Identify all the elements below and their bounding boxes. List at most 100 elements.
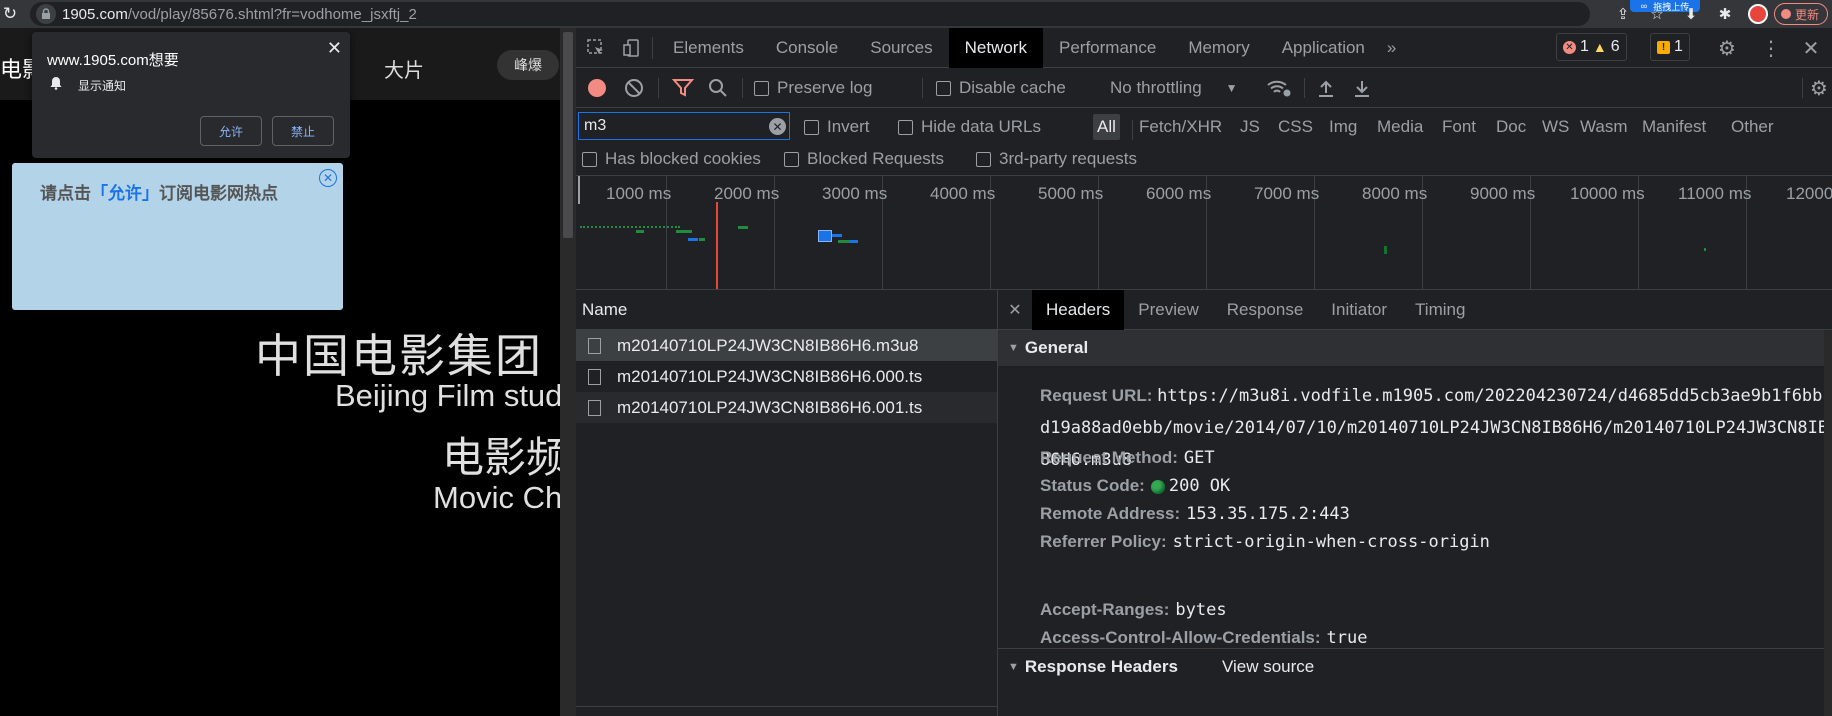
name-column-header[interactable]: Name — [576, 290, 997, 330]
type-filter-fetch-xhr[interactable]: Fetch/XHR — [1139, 114, 1222, 140]
tab-performance[interactable]: Performance — [1043, 28, 1172, 68]
invert-checkbox[interactable]: Invert — [804, 114, 870, 140]
address-bar[interactable]: 1905.com/vod/play/85676.shtml?fr=vodhome… — [30, 2, 1590, 26]
tab-elements[interactable]: Elements — [657, 28, 760, 68]
issue-counter[interactable]: ✕ 1 ▲ 6 — [1556, 33, 1627, 61]
filter-icon[interactable] — [672, 77, 694, 99]
third-party-requests-checkbox[interactable]: 3rd-party requests — [976, 146, 1137, 172]
export-har-icon[interactable] — [1352, 77, 1372, 99]
network-overview-timeline[interactable]: 1000 ms 2000 ms 3000 ms 4000 ms 5000 ms … — [576, 176, 1832, 290]
kebab-menu-icon[interactable]: ⋮ — [1756, 32, 1786, 64]
close-icon[interactable]: ✕ — [327, 38, 342, 59]
request-row[interactable]: m20140710LP24JW3CN8IB86H6.001.ts — [576, 392, 997, 423]
import-har-icon[interactable] — [1316, 77, 1336, 99]
close-detail-icon[interactable]: ✕ — [998, 290, 1032, 330]
checkbox-box[interactable] — [582, 151, 597, 167]
tab-memory[interactable]: Memory — [1172, 28, 1265, 68]
block-button[interactable]: 禁止 — [272, 116, 334, 146]
network-conditions-icon[interactable] — [1266, 77, 1292, 99]
nav-dapian-link[interactable]: 大片 — [384, 54, 424, 83]
blocked-requests-checkbox[interactable]: Blocked Requests — [784, 146, 944, 172]
update-button[interactable]: 更新 — [1773, 3, 1828, 25]
tab-initiator[interactable]: Initiator — [1317, 290, 1401, 330]
extensions-puzzle-icon[interactable]: ✱ — [1708, 0, 1742, 28]
download-icon[interactable]: ⬇ — [1674, 0, 1708, 28]
tab-application[interactable]: Application — [1266, 28, 1381, 68]
checkbox-box[interactable] — [804, 119, 819, 135]
type-filter-img[interactable]: Img — [1329, 114, 1357, 140]
tab-console[interactable]: Console — [760, 28, 854, 68]
inspect-element-icon[interactable] — [576, 28, 616, 68]
type-filter-doc[interactable]: Doc — [1496, 114, 1526, 140]
more-tabs-icon[interactable]: » — [1381, 28, 1402, 68]
lock-icon[interactable] — [36, 4, 56, 24]
clear-filter-icon[interactable]: ✕ — [769, 118, 786, 135]
checkbox-box[interactable] — [936, 80, 951, 96]
type-filter-all[interactable]: All — [1093, 114, 1120, 140]
filter-input[interactable]: m3 — [578, 112, 790, 140]
type-filter-ws[interactable]: WS — [1542, 114, 1569, 140]
tab-timing[interactable]: Timing — [1401, 290, 1479, 330]
tab-response[interactable]: Response — [1213, 290, 1318, 330]
type-filter-css[interactable]: CSS — [1278, 114, 1313, 140]
tab-headers[interactable]: Headers — [1032, 289, 1125, 330]
request-method-value[interactable]: GET — [1184, 448, 1215, 468]
type-filter-media[interactable]: Media — [1377, 114, 1423, 140]
record-icon[interactable] — [588, 77, 606, 99]
url-text[interactable]: 1905.com/vod/play/85676.shtml?fr=vodhome… — [62, 6, 417, 23]
type-filter-other[interactable]: Other — [1731, 114, 1774, 140]
remote-address-value[interactable]: 153.35.175.2:443 — [1186, 504, 1350, 524]
acac-value[interactable]: true — [1327, 628, 1368, 648]
page-scrollbar[interactable] — [560, 28, 576, 716]
tick-label: 3000 ms — [822, 184, 888, 203]
status-code-value[interactable]: 200 OK — [1169, 476, 1230, 496]
tab-preview[interactable]: Preview — [1124, 290, 1212, 330]
type-filter-wasm[interactable]: Wasm — [1580, 114, 1628, 140]
allow-button[interactable]: 允许 — [200, 116, 262, 146]
accept-ranges-value[interactable]: bytes — [1175, 600, 1226, 620]
timeline-drag-handle[interactable] — [578, 176, 580, 204]
has-blocked-cookies-checkbox[interactable]: Has blocked cookies — [582, 146, 761, 172]
response-headers-title: Response Headers — [1024, 656, 1178, 676]
checkbox-box[interactable] — [898, 119, 913, 135]
nav-fengbao-tag[interactable]: 峰爆 — [497, 50, 559, 80]
close-devtools-icon[interactable]: ✕ — [1796, 32, 1826, 64]
tick-label: 6000 ms — [1146, 184, 1212, 203]
profile-avatar[interactable] — [1747, 4, 1768, 24]
close-icon[interactable]: ✕ — [319, 169, 337, 187]
general-section-header[interactable]: ▼ General — [998, 330, 1832, 366]
scrollbar-thumb[interactable] — [563, 32, 573, 238]
settings-gear-icon[interactable]: ⚙ — [1710, 32, 1744, 64]
search-icon[interactable] — [708, 77, 728, 99]
bookmark-star-icon[interactable]: ☆ — [1640, 0, 1674, 28]
reload-icon[interactable]: ↻ — [0, 0, 20, 28]
share-icon[interactable]: ⇪ — [1606, 0, 1640, 28]
checkbox-box[interactable] — [976, 151, 991, 167]
referrer-policy-value[interactable]: strict-origin-when-cross-origin — [1173, 532, 1490, 552]
type-filter-font[interactable]: Font — [1442, 114, 1476, 140]
view-source-link[interactable]: View source — [1222, 657, 1314, 677]
subscribe-highlight: 「允许」 — [91, 184, 159, 203]
type-filter-manifest[interactable]: Manifest — [1642, 114, 1706, 140]
network-settings-gear-icon[interactable]: ⚙ — [1810, 77, 1828, 100]
preserve-log-checkbox[interactable]: Preserve log — [754, 77, 872, 99]
url-path: /vod/play/85676.shtml?fr=vodhome_jsxftj_… — [127, 5, 417, 23]
info-counter[interactable]: ! 1 — [1650, 33, 1690, 61]
type-filter-js[interactable]: JS — [1240, 114, 1260, 140]
checkbox-box[interactable] — [784, 151, 799, 167]
general-title: General — [1024, 338, 1089, 357]
throttling-select[interactable]: No throttling ▼ — [1110, 77, 1238, 99]
response-headers-section-header[interactable]: ▼ Response Headers View source — [998, 648, 1832, 684]
device-toolbar-icon[interactable] — [616, 28, 648, 68]
checkbox-box[interactable] — [754, 80, 769, 96]
disable-cache-checkbox[interactable]: Disable cache — [936, 77, 1066, 99]
request-bar — [688, 238, 698, 241]
tab-sources[interactable]: Sources — [854, 28, 948, 68]
detail-scrollbar[interactable] — [1824, 330, 1832, 716]
hide-data-urls-checkbox[interactable]: Hide data URLs — [898, 114, 1041, 140]
request-row[interactable]: m20140710LP24JW3CN8IB86H6.000.ts — [576, 361, 997, 392]
tab-network[interactable]: Network — [948, 27, 1043, 68]
filter-bar: m3 ✕ Invert Hide data URLs All Fetch/XHR… — [576, 108, 1832, 176]
request-row[interactable]: m20140710LP24JW3CN8IB86H6.m3u8 — [576, 330, 997, 361]
clear-icon[interactable] — [624, 77, 644, 99]
